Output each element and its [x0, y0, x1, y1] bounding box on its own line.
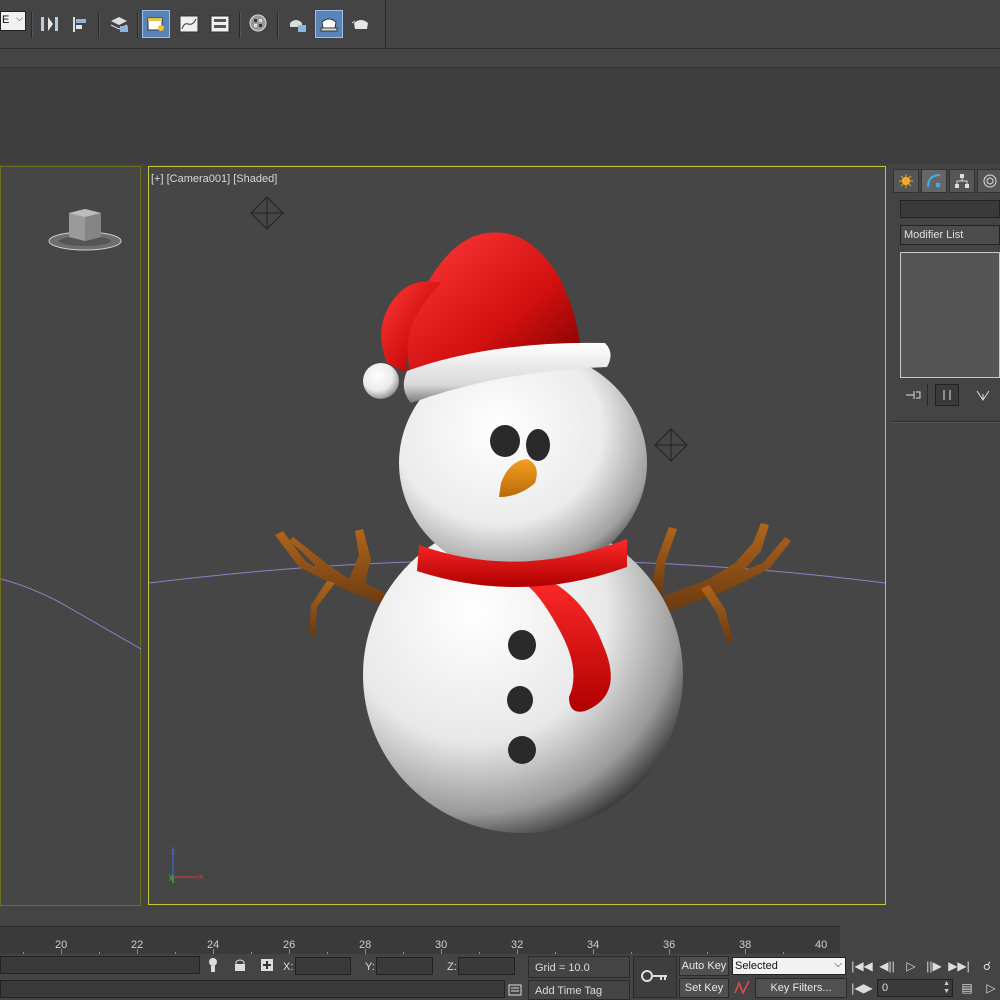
ground-line [1, 578, 142, 650]
ribbon-panel [0, 68, 1000, 164]
object-name-field[interactable] [900, 200, 1000, 218]
coal-button [507, 686, 533, 714]
add-time-tag-label: Add Time Tag [535, 985, 603, 997]
layer-manager-icon[interactable] [105, 10, 133, 38]
grid-display: Grid = 10.0 [528, 956, 630, 978]
selection-filter-dropdown[interactable]: E ⌵ [0, 11, 26, 31]
render-setup-icon[interactable] [283, 10, 311, 38]
x-label: X: [283, 961, 294, 973]
rendered-frame-icon[interactable] [315, 10, 343, 38]
next-frame-icon[interactable]: ||▶ [923, 956, 945, 976]
current-frame-value: 0 [882, 982, 889, 994]
status-bar: X: Y: Z: Grid = 10.0 Add Time Tag Auto K… [0, 954, 1000, 1000]
create-tab[interactable] [893, 169, 919, 193]
align-icon[interactable] [66, 10, 94, 38]
lock-selection-icon[interactable] [233, 958, 247, 975]
motion-tab[interactable] [977, 169, 1000, 193]
command-panel: Modifier List [891, 166, 1000, 926]
hierarchy-tab[interactable] [949, 169, 975, 193]
svg-text:x: x [199, 872, 203, 881]
mirror-icon[interactable] [35, 10, 63, 38]
isolate-selection-icon[interactable] [206, 957, 220, 976]
timeline-ruler[interactable]: 20 22 24 26 28 30 32 34 36 38 40 [0, 926, 840, 955]
set-key-button[interactable]: Set Key [679, 978, 729, 998]
auto-key-button[interactable]: Auto Key [679, 956, 729, 976]
svg-text:z: z [171, 847, 175, 856]
coal-button [508, 736, 536, 764]
go-to-end-icon[interactable]: ▶▶| [948, 956, 970, 976]
key-filters-button[interactable]: Key Filters... [755, 978, 847, 998]
maxscript-listener-field[interactable] [0, 956, 200, 974]
show-end-result-icon[interactable] [935, 384, 959, 406]
key-mode-select[interactable]: Selected ⌵ [732, 957, 846, 975]
spinner-icon[interactable]: ▲ ▼ [943, 980, 950, 996]
viewport-camera[interactable]: [+] [Camera001] [Shaded] z x y [148, 166, 886, 905]
coal-eye [526, 429, 550, 461]
timeline-tick-label: 40 [815, 939, 828, 951]
z-label: Z: [447, 961, 457, 973]
key-mode-value: Selected [735, 960, 778, 972]
scene-canvas: z x y [149, 196, 885, 883]
x-field[interactable] [295, 957, 351, 975]
selection-filter-value: E [2, 14, 10, 26]
modifier-list-dropdown[interactable]: Modifier List [900, 225, 1000, 245]
scene-explorer-icon[interactable] [142, 10, 170, 38]
coal-button [508, 630, 536, 660]
grid-label: Grid = 10.0 [535, 962, 590, 974]
modify-tab[interactable] [921, 169, 947, 193]
previous-frame-icon[interactable]: ◀|| [876, 956, 898, 976]
modifier-stack[interactable] [900, 252, 1000, 378]
left-arm-branch [275, 529, 389, 635]
helper-point-icon [654, 428, 688, 462]
key-mode-toggle-icon[interactable]: |◀▶ [851, 978, 873, 998]
pan-icon[interactable]: ▷ [980, 978, 1000, 998]
play-icon[interactable]: ▷ [900, 956, 922, 976]
add-time-tag-button[interactable]: Add Time Tag [528, 980, 630, 1000]
curve-editor-icon[interactable] [175, 10, 203, 38]
axis-tripod-icon: z x y [169, 847, 203, 883]
helper-point-icon [250, 196, 284, 230]
ribbon-bar [0, 49, 1000, 68]
y-label: Y: [365, 961, 375, 973]
santa-hat-pompom [363, 363, 399, 399]
schematic-view-icon[interactable] [206, 10, 234, 38]
pin-stack-icon[interactable] [901, 384, 925, 406]
key-icon [641, 969, 669, 986]
time-configuration-icon[interactable]: ▤ [956, 978, 978, 998]
absolute-mode-icon[interactable] [259, 957, 275, 976]
zoom-extents-icon[interactable]: ☌ [976, 956, 998, 976]
svg-text:y: y [169, 872, 173, 881]
chevron-down-icon: ⌵ [834, 959, 842, 970]
viewport-left[interactable] [0, 166, 142, 906]
current-frame-field[interactable]: 0 ▲ ▼ [877, 979, 953, 997]
render-production-icon[interactable] [347, 10, 375, 38]
curve-icon[interactable] [733, 979, 753, 1000]
main-toolbar: E ⌵ [0, 0, 1000, 49]
chevron-down-icon: ⌵ [16, 13, 23, 23]
make-unique-icon[interactable] [971, 384, 995, 406]
go-to-start-icon[interactable]: |◀◀ [851, 956, 873, 976]
set-key-mode-button[interactable] [633, 956, 677, 998]
prompt-line [0, 980, 505, 998]
z-field[interactable] [458, 957, 515, 975]
y-field[interactable] [376, 957, 433, 975]
coal-eye [490, 425, 520, 457]
time-tag-icon[interactable] [508, 984, 522, 999]
material-editor-icon[interactable] [245, 10, 273, 38]
